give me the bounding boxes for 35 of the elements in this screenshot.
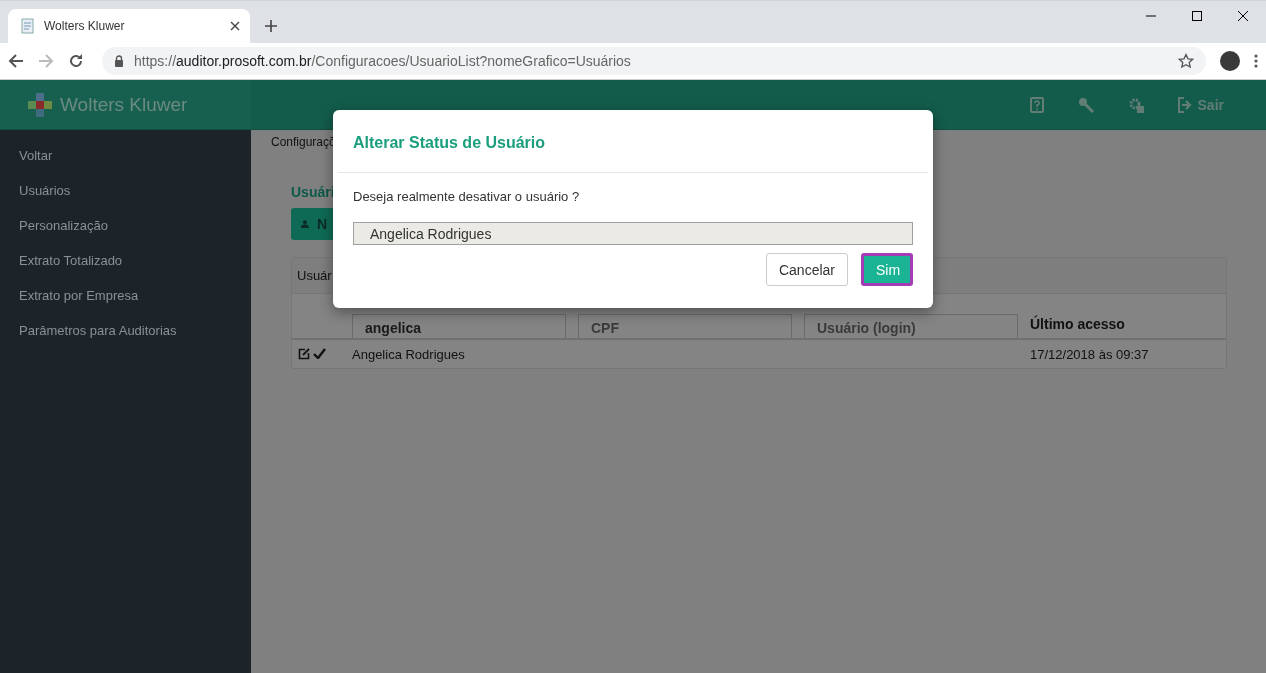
exit-icon xyxy=(1177,96,1192,113)
back-arrow-icon[interactable] xyxy=(8,53,24,69)
check-icon[interactable] xyxy=(313,348,326,359)
lock-icon xyxy=(114,55,124,67)
edit-icon[interactable] xyxy=(298,348,310,360)
new-tab-icon[interactable] xyxy=(264,19,278,33)
sidebar-item[interactable]: Usuários xyxy=(0,182,251,217)
close-icon[interactable] xyxy=(230,21,240,31)
table-cell-text: Angelica Rodrigues xyxy=(352,346,466,362)
sidebar-item[interactable]: Extrato Totalizado xyxy=(0,252,251,287)
dialog-title: Alterar Status de Usuário xyxy=(338,110,928,173)
user-name-field: Angelica Rodrigues xyxy=(353,222,913,245)
column-header: Último acesso xyxy=(1030,316,1125,334)
breadcrumb: Configuraçõ xyxy=(271,135,336,149)
cancel-button[interactable]: Cancelar xyxy=(765,253,848,286)
avatar-icon[interactable] xyxy=(1220,51,1240,71)
user-icon xyxy=(301,217,309,231)
sidebar-item[interactable]: Extrato por Empresa xyxy=(0,287,251,322)
page-title: Usuári xyxy=(291,184,335,200)
sidebar-item[interactable]: Parâmetros para Auditorias xyxy=(0,322,251,357)
menu-icon[interactable] xyxy=(1254,54,1258,68)
document-icon xyxy=(20,18,36,34)
address-bar[interactable]: https://auditor.prosoft.com.br/Configuracoes/UsuarioList?nomeGrafico=Usuários xyxy=(102,47,1206,75)
reload-icon[interactable] xyxy=(68,53,84,69)
filter-field[interactable]: angelica xyxy=(352,314,566,338)
filter-field[interactable]: CPF xyxy=(578,314,792,338)
filter-field[interactable]: Usuário (login) xyxy=(804,314,1018,338)
table-cell: 17/12/2018 às 09:37 xyxy=(1030,346,1149,362)
dialog-message: Deseja realmente desativar o usuário ? xyxy=(353,189,581,204)
logo-icon xyxy=(28,92,52,117)
confirm-button[interactable]: Sim xyxy=(861,253,913,286)
sidebar-item[interactable]: Voltar xyxy=(0,147,251,182)
table-title: Usuár xyxy=(297,268,332,283)
star-icon[interactable] xyxy=(1178,53,1194,69)
sidebar-item[interactable]: Personalização xyxy=(0,217,251,252)
